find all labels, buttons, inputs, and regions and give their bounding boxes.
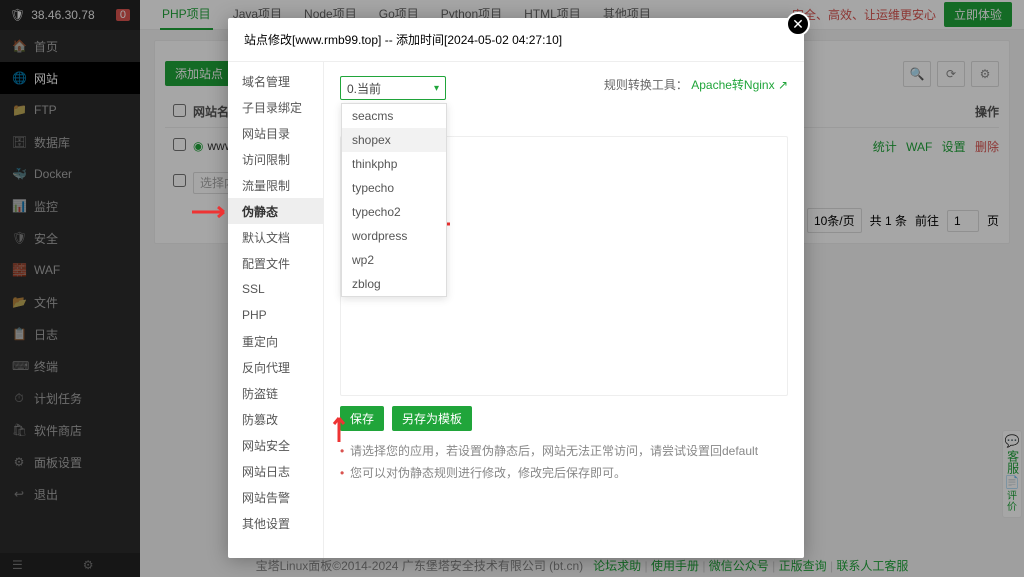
setting-tab[interactable]: 配置文件 bbox=[228, 250, 323, 276]
setting-tab[interactable]: 网站日志 bbox=[228, 458, 323, 484]
setting-tab[interactable]: 子目录绑定 bbox=[228, 94, 323, 120]
setting-tab[interactable]: 反向代理 bbox=[228, 354, 323, 380]
modal-title: 站点修改[www.rmb99.top] -- 添加时间[2024-05-02 0… bbox=[244, 31, 562, 48]
note-line: 您可以对伪静态规则进行修改，修改完后保存即可。 bbox=[340, 463, 788, 485]
setting-tab[interactable]: 重定向 bbox=[228, 328, 323, 354]
save-as-template-button[interactable]: 另存为模板 bbox=[392, 406, 472, 431]
setting-tab[interactable]: 网站目录 bbox=[228, 120, 323, 146]
combo-option[interactable]: seacms bbox=[342, 104, 446, 128]
combo-option[interactable]: shopex bbox=[342, 128, 446, 152]
combo-value: 0.当前 bbox=[347, 80, 381, 97]
setting-tab[interactable]: 防篡改 bbox=[228, 406, 323, 432]
site-edit-modal: ✕ 站点修改[www.rmb99.top] -- 添加时间[2024-05-02… bbox=[228, 18, 804, 558]
setting-tab[interactable]: 默认文档 bbox=[228, 224, 323, 250]
combo-option[interactable]: zblog bbox=[342, 272, 446, 296]
combo-option[interactable]: wordpress bbox=[342, 224, 446, 248]
setting-tab[interactable]: 防盗链 bbox=[228, 380, 323, 406]
close-icon[interactable]: ✕ bbox=[786, 12, 810, 36]
setting-tab[interactable]: 流量限制 bbox=[228, 172, 323, 198]
setting-tab[interactable]: 其他设置 bbox=[228, 510, 323, 536]
combo-dropdown: seacmsshopexthinkphptypechotypecho2wordp… bbox=[341, 103, 447, 297]
save-button[interactable]: 保存 bbox=[340, 406, 384, 431]
setting-tab[interactable]: 伪静态 bbox=[228, 198, 323, 224]
setting-tab[interactable]: 网站安全 bbox=[228, 432, 323, 458]
setting-tab[interactable]: 访问限制 bbox=[228, 146, 323, 172]
rewrite-template-select[interactable]: 0.当前 ▾ seacmsshopexthinkphptypechotypech… bbox=[340, 76, 446, 100]
setting-tab[interactable]: PHP bbox=[228, 302, 323, 328]
setting-tab[interactable]: 网站告警 bbox=[228, 484, 323, 510]
setting-tab[interactable]: 域名管理 bbox=[228, 68, 323, 94]
combo-option[interactable]: typecho2 bbox=[342, 200, 446, 224]
chevron-down-icon: ▾ bbox=[434, 83, 439, 94]
note-line: 请选择您的应用，若设置伪静态后，网站无法正常访问，请尝试设置回default bbox=[340, 441, 788, 463]
combo-option[interactable]: wp2 bbox=[342, 248, 446, 272]
setting-tab[interactable]: SSL bbox=[228, 276, 323, 302]
apache-to-nginx-link[interactable]: Apache转Nginx ↗ bbox=[691, 78, 788, 92]
combo-option[interactable]: thinkphp bbox=[342, 152, 446, 176]
combo-option[interactable]: typecho bbox=[342, 176, 446, 200]
rule-tool-label: 规则转换工具： bbox=[604, 78, 688, 92]
